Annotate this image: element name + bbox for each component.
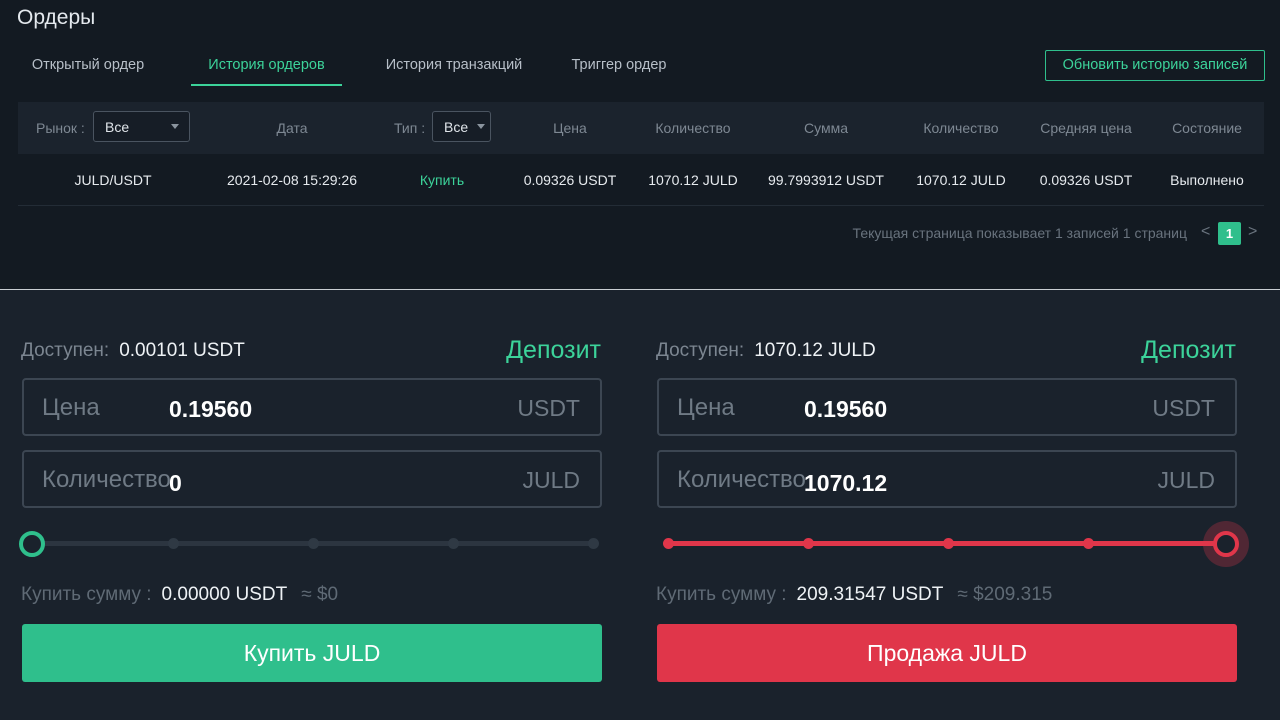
sum-label: Купить сумму : (21, 584, 152, 605)
column-header-price: Цена (553, 120, 587, 136)
sell-available: Доступен: 1070.12 JULD (656, 340, 876, 362)
available-value: 0.00101 USDT (119, 340, 245, 361)
price-value: 0.19560 (169, 396, 253, 422)
market-filter-value: Все (105, 118, 130, 135)
price-label: Цена (42, 394, 100, 421)
quantity-unit: JULD (1157, 467, 1215, 493)
orders-table-header: Рынок : Все Дата Тип : Все Цена Количест… (18, 102, 1264, 154)
orders-panel: Ордеры Открытый ордер История ордеров Ис… (0, 0, 1280, 289)
slider-tick (448, 538, 459, 549)
row-total: 99.7993912 USDT (768, 171, 884, 188)
quantity-unit: JULD (522, 467, 580, 493)
quantity-label: Количество (677, 466, 806, 493)
slider-tick (943, 538, 954, 549)
orders-tabs: Открытый ордер История ордеров История т… (18, 48, 674, 86)
row-price: 0.09326 USDT (523, 171, 617, 188)
tab-order-history[interactable]: История ордеров (191, 48, 342, 86)
slider-thumb[interactable] (19, 531, 45, 557)
pagination-info: Текущая страница показывает 1 записей 1 … (852, 225, 1187, 241)
tab-trigger-orders[interactable]: Триггер ордер (564, 48, 674, 86)
available-value: 1070.12 JULD (754, 340, 876, 361)
buy-panel: Доступен: 0.00101 USDT Депозит Цена 0.195… (19, 290, 602, 720)
tab-transaction-history[interactable]: История транзакций (374, 48, 534, 86)
row-status: Выполнено (1170, 171, 1244, 188)
sell-panel: Доступен: 1070.12 JULD Депозит Цена 0.195… (656, 290, 1239, 720)
slider-tick (308, 538, 319, 549)
slider-tick (803, 538, 814, 549)
column-header-avg-price: Средняя цена (1040, 120, 1132, 136)
buy-price-input[interactable]: Цена 0.19560 USDT (22, 378, 602, 436)
row-date: 2021-02-08 15:29:26 (227, 171, 357, 188)
page-number-button[interactable]: 1 (1218, 222, 1241, 245)
row-amount: 1070.12 JULD (648, 171, 738, 188)
chevron-right-icon[interactable]: > (1248, 223, 1257, 241)
sum-value: 209.31547 USDT (796, 584, 944, 605)
quantity-label: Количество (42, 466, 171, 493)
deposit-link[interactable]: Депозит (1141, 336, 1236, 365)
type-filter-value: Все (444, 118, 469, 135)
orders-title: Ордеры (17, 6, 96, 29)
sum-usd: ≈ $209.315 (957, 584, 1053, 605)
column-header-filled: Количество (923, 120, 999, 136)
type-filter-select[interactable]: Все (432, 111, 491, 142)
market-filter-label: Рынок : (36, 120, 85, 136)
price-unit: USDT (1152, 395, 1215, 421)
buy-sum: Купить сумму : 0.00000 USDT ≈ $0 (21, 584, 338, 606)
trade-section: Доступен: 0.00101 USDT Депозит Цена 0.195… (0, 290, 1280, 720)
market-filter-select[interactable]: Все (93, 111, 190, 142)
sell-button[interactable]: Продажа JULD (657, 624, 1237, 682)
sell-sum: Купить сумму : 209.31547 USDT ≈ $209.315 (656, 584, 1052, 606)
column-header-date: Дата (276, 120, 308, 136)
row-type: Купить (419, 171, 465, 188)
buy-button[interactable]: Купить JULD (22, 624, 602, 682)
price-unit: USDT (517, 395, 580, 421)
sum-label: Купить сумму : (656, 584, 787, 605)
chevron-left-icon[interactable]: < (1201, 223, 1210, 241)
slider-thumb[interactable] (1213, 531, 1239, 557)
column-header-amount: Количество (655, 120, 731, 136)
slider-tick (663, 538, 674, 549)
sum-value: 0.00000 USDT (161, 584, 288, 605)
slider-tick (588, 538, 599, 549)
table-row: JULD/USDT 2021-02-08 15:29:26 Купить 0.0… (18, 154, 1264, 206)
quantity-value: 0 (169, 470, 182, 496)
price-label: Цена (677, 394, 735, 421)
column-header-status: Состояние (1172, 120, 1242, 136)
slider-tick (1083, 538, 1094, 549)
row-filled: 1070.12 JULD (916, 171, 1006, 188)
buy-amount-slider[interactable] (19, 530, 601, 557)
row-avg-price: 0.09326 USDT (1039, 171, 1133, 188)
sell-quantity-input[interactable]: Количество 1070.12 JULD (657, 450, 1237, 508)
buy-quantity-input[interactable]: Количество 0 JULD (22, 450, 602, 508)
tab-open-orders[interactable]: Открытый ордер (14, 48, 162, 86)
refresh-history-button[interactable]: Обновить историю записей (1045, 50, 1265, 81)
pagination: Текущая страница показывает 1 записей 1 … (0, 221, 1280, 247)
column-header-total: Сумма (804, 120, 848, 136)
type-filter-label: Тип : (394, 120, 426, 136)
row-market: JULD/USDT (74, 171, 152, 188)
deposit-link[interactable]: Депозит (506, 336, 601, 365)
sell-amount-slider[interactable] (656, 530, 1239, 557)
quantity-value: 1070.12 (804, 470, 888, 496)
chevron-down-icon (171, 124, 179, 129)
buy-available: Доступен: 0.00101 USDT (21, 340, 245, 362)
price-value: 0.19560 (804, 396, 888, 422)
sum-usd: ≈ $0 (301, 584, 339, 605)
sell-price-input[interactable]: Цена 0.19560 USDT (657, 378, 1237, 436)
available-label: Доступен: (656, 340, 745, 361)
slider-tick (168, 538, 179, 549)
available-label: Доступен: (21, 340, 110, 361)
chevron-down-icon (477, 124, 485, 129)
